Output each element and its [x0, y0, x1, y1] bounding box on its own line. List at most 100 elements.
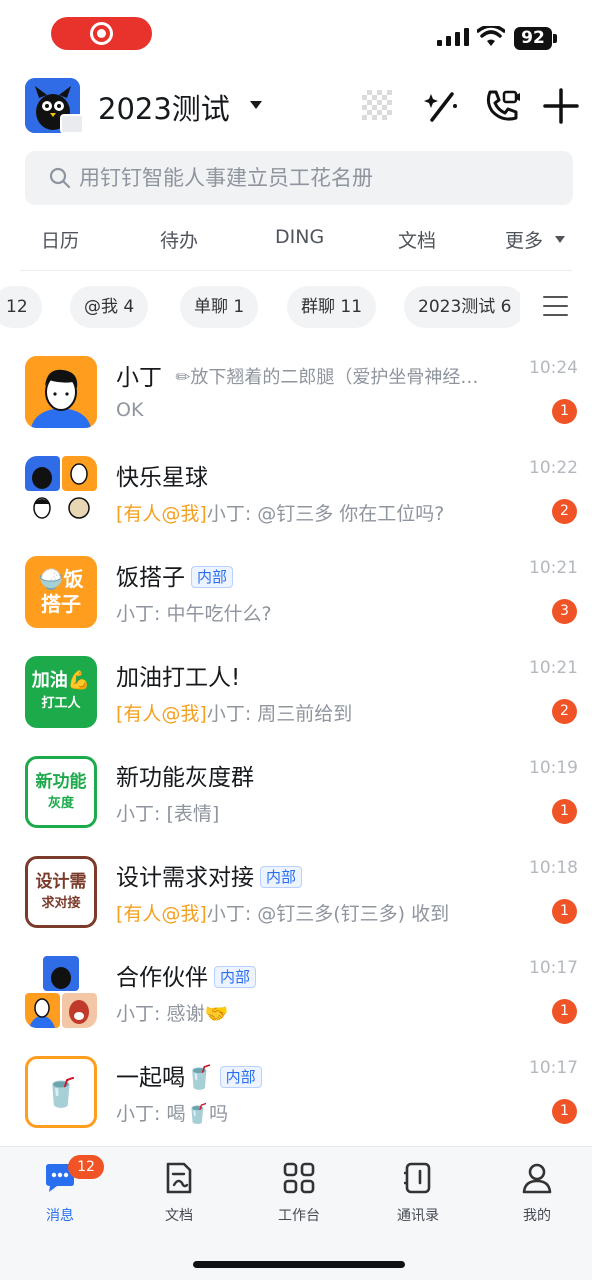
conversation-name-text: 一起喝🥤 — [116, 1065, 214, 1091]
last-message-row: [有人@我]小丁: @钉三多(钉三多) 收到 — [116, 899, 536, 926]
tab-label: 工作台 — [278, 1208, 320, 1224]
last-message: 小丁: 中午吃什么? — [116, 603, 272, 625]
conversation-item[interactable]: 合作伙伴 内部 小丁: 感谢🤝 10:17 1 — [0, 940, 592, 1040]
divider — [20, 270, 572, 271]
avatar-text-line1: 加油💪 — [31, 670, 91, 691]
group-avatar: 🍚饭 搭子 — [25, 556, 97, 628]
org-title[interactable]: 2023测试 — [98, 86, 230, 128]
video-call-icon[interactable] — [482, 86, 522, 126]
chevron-down-icon[interactable] — [250, 101, 262, 109]
last-message: 小丁: 周三前给到 — [206, 703, 353, 725]
status-bar: 92 — [0, 0, 592, 70]
mention-tag: [有人@我] — [116, 903, 207, 925]
tab-docs[interactable]: 文档 — [139, 1161, 219, 1225]
search-icon — [49, 167, 71, 189]
avatar-text-line1: 设计需 — [35, 872, 87, 892]
cellular-signal-icon — [437, 28, 469, 46]
unread-badge: 1 — [552, 799, 577, 824]
mention-tag: [有人@我] — [116, 703, 207, 725]
pencil-icon: ✏ — [175, 367, 191, 388]
last-message-row: [有人@我]小丁: @钉三多 你在工位吗? — [116, 499, 536, 526]
plus-icon[interactable] — [541, 86, 581, 126]
tab-messages[interactable]: 消息 12 — [20, 1155, 104, 1225]
group-avatar — [25, 956, 97, 1028]
filter-chip-mentions[interactable]: @我 4 — [70, 286, 149, 328]
conversation-item[interactable]: 小丁 ✏放下翘着的二郎腿（爱护坐骨神经… OK 10:24 1 — [0, 340, 592, 440]
last-message: 小丁: 喝🥤吗 — [116, 1103, 229, 1125]
conversation-item[interactable]: 🥤 一起喝🥤 内部 小丁: 喝🥤吗 10:17 1 — [0, 1040, 592, 1140]
grid-icon — [283, 1162, 315, 1194]
status-text-value: 放下翘着的二郎腿（爱护坐骨神经… — [190, 367, 479, 388]
desktop-icon — [60, 114, 84, 134]
tab-workbench[interactable]: 工作台 — [259, 1161, 339, 1225]
conversation-item[interactable]: 快乐星球 [有人@我]小丁: @钉三多 你在工位吗? 10:22 2 — [0, 440, 592, 540]
tab-bar: 消息 12 文档 工作台 通讯录 我的 — [0, 1146, 592, 1280]
conversation-name-text: 设计需求对接 — [116, 865, 254, 891]
conversation-item[interactable]: 加油💪 打工人 加油打工人! [有人@我]小丁: 周三前给到 10:21 2 — [0, 640, 592, 740]
document-icon — [166, 1162, 192, 1194]
avatar-text-line2: 灰度 — [47, 796, 74, 811]
message-time: 10:21 — [529, 558, 578, 578]
drink-icon: 🥤 — [43, 1075, 79, 1109]
avatar-text-line2: 打工人 — [41, 696, 81, 711]
avatar-text-line2: 求对接 — [41, 896, 81, 911]
last-message: 小丁: @钉三多(钉三多) 收到 — [206, 903, 450, 925]
mention-tag: [有人@我] — [116, 503, 207, 525]
person-icon — [522, 1163, 552, 1194]
group-avatar: 设计需 求对接 — [25, 856, 97, 928]
quick-link-todo[interactable]: 待办 — [160, 226, 198, 253]
tab-label: 文档 — [165, 1208, 193, 1224]
conversation-name: 一起喝🥤 内部 — [116, 1058, 262, 1092]
unread-badge: 1 — [552, 1099, 577, 1124]
tab-label: 消息 — [46, 1208, 74, 1224]
last-message-row: [有人@我]小丁: 周三前给到 — [116, 699, 536, 726]
filter-strip[interactable]: 12 @我 4 单聊 1 群聊 11 2023测试 6 — [0, 284, 520, 330]
message-time: 10:17 — [529, 958, 578, 978]
last-message: OK — [116, 399, 144, 421]
avatar — [25, 356, 97, 428]
conversation-name-text: 合作伙伴 — [116, 965, 208, 991]
group-mosaic-icon — [25, 956, 97, 1028]
home-indicator[interactable] — [193, 1261, 405, 1268]
conversation-item[interactable]: 新功能 灰度 新功能灰度群 小丁: [表情] 10:19 1 — [0, 740, 592, 840]
chevron-down-icon[interactable] — [555, 236, 565, 243]
search-input[interactable]: 用钉钉智能人事建立员工花名册 — [79, 151, 559, 205]
internal-tag: 内部 — [260, 866, 303, 888]
unread-badge: 1 — [552, 399, 577, 424]
battery-level: 92 — [514, 27, 552, 50]
filter-chip-all[interactable]: 12 — [0, 286, 42, 328]
conversation-name: 加油打工人! — [116, 665, 241, 691]
avatar-text-line1: 新功能 — [35, 772, 87, 792]
group-avatar: 新功能 灰度 — [25, 756, 97, 828]
magic-wand-icon[interactable] — [422, 86, 462, 126]
wifi-icon — [477, 26, 505, 46]
address-book-icon — [404, 1162, 431, 1194]
record-icon — [90, 22, 113, 45]
quick-link-docs[interactable]: 文档 — [398, 226, 436, 253]
quick-link-calendar[interactable]: 日历 — [41, 226, 79, 253]
status-text: ✏放下翘着的二郎腿（爱护坐骨神经… — [175, 367, 478, 388]
menu-icon[interactable] — [543, 296, 568, 318]
message-time: 10:17 — [529, 1058, 578, 1078]
message-time: 10:18 — [529, 858, 578, 878]
tab-me[interactable]: 我的 — [497, 1161, 577, 1225]
quick-link-ding[interactable]: DING — [275, 226, 324, 248]
screen-recording-indicator[interactable] — [51, 17, 152, 50]
conversation-name-text: 小丁 — [116, 365, 162, 391]
filter-chip-single[interactable]: 单聊 1 — [180, 286, 259, 328]
conversation-item[interactable]: 设计需 求对接 设计需求对接 内部 [有人@我]小丁: @钉三多(钉三多) 收到 … — [0, 840, 592, 940]
conversation-item[interactable]: 🍚饭 搭子 饭搭子 内部 小丁: 中午吃什么? 10:21 3 — [0, 540, 592, 640]
internal-tag: 内部 — [219, 1066, 262, 1088]
avatar-text-line2: 搭子 — [41, 592, 81, 616]
conversation-name: 快乐星球 — [116, 465, 208, 491]
search-bar[interactable]: 用钉钉智能人事建立员工花名册 — [25, 151, 573, 205]
unread-badge: 2 — [552, 499, 577, 524]
filter-chip-org[interactable]: 2023测试 6 — [404, 286, 520, 328]
tab-contacts[interactable]: 通讯录 — [378, 1161, 458, 1225]
quick-link-more[interactable]: 更多 — [505, 226, 543, 253]
filter-chip-group[interactable]: 群聊 11 — [287, 286, 377, 328]
tab-label: 我的 — [523, 1208, 551, 1224]
message-time: 10:19 — [529, 758, 578, 778]
last-message: 小丁: [表情] — [116, 803, 220, 825]
message-time: 10:22 — [529, 458, 578, 478]
